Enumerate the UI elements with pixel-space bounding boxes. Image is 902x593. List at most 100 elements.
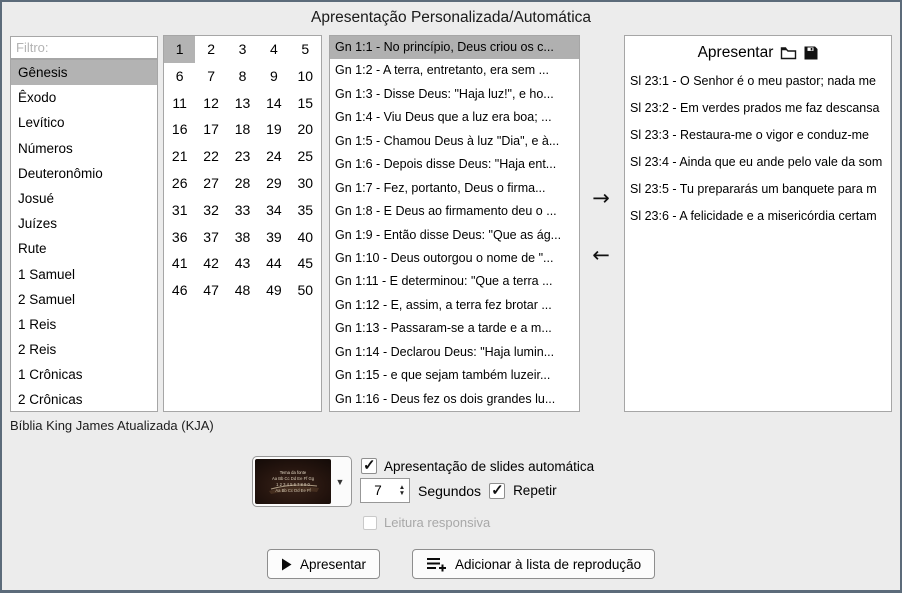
chapter-cell[interactable]: 16 bbox=[164, 116, 195, 143]
chapter-cell[interactable]: 45 bbox=[290, 250, 321, 277]
chapter-cell[interactable]: 48 bbox=[227, 277, 258, 304]
chapter-cell[interactable]: 26 bbox=[164, 170, 195, 197]
chapter-cell[interactable]: 7 bbox=[195, 63, 226, 90]
chapter-cell[interactable]: 1 bbox=[164, 36, 196, 63]
chapter-cell[interactable]: 27 bbox=[195, 170, 226, 197]
chapter-cell[interactable]: 25 bbox=[290, 143, 321, 170]
chapter-cell[interactable]: 23 bbox=[227, 143, 258, 170]
chapter-cell[interactable]: 41 bbox=[164, 250, 195, 277]
theme-selector-button[interactable]: Tema da fonte Aa Bb Cc Dd Ee Ff Gg 1 2 3… bbox=[252, 456, 352, 507]
verse-list[interactable]: Gn 1:1 - No princípio, Deus criou os c..… bbox=[329, 35, 580, 412]
chapter-cell[interactable]: 37 bbox=[195, 224, 226, 251]
verse-list-item[interactable]: Gn 1:12 - E, assim, a terra fez brotar .… bbox=[330, 294, 579, 317]
remove-verse-arrow-icon[interactable]: ← bbox=[586, 241, 616, 269]
verse-list-item[interactable]: Gn 1:16 - Deus fez os dois grandes lu... bbox=[330, 388, 579, 411]
chapter-cell[interactable]: 8 bbox=[227, 63, 258, 90]
present-button[interactable]: Apresentar bbox=[267, 549, 381, 579]
chapter-cell[interactable]: 13 bbox=[227, 90, 258, 117]
verse-list-item[interactable]: Gn 1:1 - No princípio, Deus criou os c..… bbox=[330, 36, 579, 60]
chapter-cell[interactable]: 22 bbox=[195, 143, 226, 170]
book-list-item[interactable]: Rute bbox=[11, 236, 157, 261]
verse-list-item[interactable]: Gn 1:5 - Chamou Deus à luz "Dia", e à... bbox=[330, 130, 579, 153]
seconds-stepper[interactable]: 7 ▲ ▼ bbox=[360, 478, 410, 503]
presentation-list-item[interactable]: Sl 23:4 - Ainda que eu ande pelo vale da… bbox=[625, 149, 891, 176]
chapter-cell[interactable]: 50 bbox=[290, 277, 321, 304]
chapter-cell[interactable]: 47 bbox=[195, 277, 226, 304]
chapter-cell[interactable]: 49 bbox=[258, 277, 289, 304]
verse-list-item[interactable]: Gn 1:11 - E determinou: "Que a terra ... bbox=[330, 270, 579, 293]
chapter-cell[interactable]: 38 bbox=[227, 224, 258, 251]
book-list-item[interactable]: 1 Reis bbox=[11, 312, 157, 337]
book-list-item[interactable]: Deuteronômio bbox=[11, 161, 157, 186]
chapter-cell[interactable]: 40 bbox=[290, 224, 321, 251]
chapter-cell[interactable]: 33 bbox=[227, 197, 258, 224]
open-folder-icon[interactable] bbox=[780, 46, 797, 60]
chapter-cell[interactable]: 32 bbox=[195, 197, 226, 224]
spinner-down-icon[interactable]: ▼ bbox=[399, 490, 405, 497]
book-list-item[interactable]: 1 Crônicas bbox=[11, 362, 157, 387]
chapter-cell[interactable]: 4 bbox=[258, 36, 289, 63]
chapter-cell[interactable]: 24 bbox=[258, 143, 289, 170]
chapter-cell[interactable]: 34 bbox=[258, 197, 289, 224]
verse-list-item[interactable]: Gn 1:2 - A terra, entretanto, era sem ..… bbox=[330, 59, 579, 82]
add-verse-arrow-icon[interactable]: → bbox=[586, 184, 616, 212]
chapter-cell[interactable]: 6 bbox=[164, 63, 195, 90]
book-list-item[interactable]: Gênesis bbox=[11, 60, 157, 86]
chapter-cell[interactable]: 11 bbox=[164, 90, 195, 117]
book-list-item[interactable]: Êxodo bbox=[11, 85, 157, 110]
chapter-cell[interactable]: 12 bbox=[195, 90, 226, 117]
chapter-cell[interactable]: 30 bbox=[290, 170, 321, 197]
chapter-cell[interactable]: 19 bbox=[258, 116, 289, 143]
chapter-cell[interactable]: 5 bbox=[290, 36, 321, 63]
verse-list-item[interactable]: Gn 1:3 - Disse Deus: "Haja luz!", e ho..… bbox=[330, 83, 579, 106]
book-list-item[interactable]: 2 Crônicas bbox=[11, 387, 157, 411]
verse-list-item[interactable]: Gn 1:15 - e que sejam também luzeir... bbox=[330, 364, 579, 387]
chapter-cell[interactable]: 2 bbox=[195, 36, 226, 63]
presentation-list-item[interactable]: Sl 23:2 - Em verdes prados me faz descan… bbox=[625, 95, 891, 122]
chapter-cell[interactable]: 17 bbox=[195, 116, 226, 143]
seconds-value[interactable]: 7 bbox=[361, 483, 395, 498]
verse-list-item[interactable]: Gn 1:6 - Depois disse Deus: "Haja ent... bbox=[330, 153, 579, 176]
chapter-cell[interactable]: 43 bbox=[227, 250, 258, 277]
presentation-list-item[interactable]: Sl 23:1 - O Senhor é o meu pastor; nada … bbox=[625, 68, 891, 95]
chapter-cell[interactable]: 10 bbox=[290, 63, 321, 90]
chapter-cell[interactable]: 44 bbox=[258, 250, 289, 277]
book-list-item[interactable]: 1 Samuel bbox=[11, 262, 157, 287]
save-icon[interactable] bbox=[804, 46, 818, 60]
book-list-item[interactable]: Josué bbox=[11, 186, 157, 211]
book-list-item[interactable]: 2 Reis bbox=[11, 337, 157, 362]
presentation-list-item[interactable]: Sl 23:3 - Restaura-me o vigor e conduz-m… bbox=[625, 122, 891, 149]
verse-list-item[interactable]: Gn 1:9 - Então disse Deus: "Que as ág... bbox=[330, 224, 579, 247]
presentation-list-item[interactable]: Sl 23:5 - Tu prepararás um banquete para… bbox=[625, 176, 891, 203]
chapter-cell[interactable]: 39 bbox=[258, 224, 289, 251]
chapter-cell[interactable]: 36 bbox=[164, 224, 195, 251]
book-list-item[interactable]: Números bbox=[11, 136, 157, 161]
book-list-item[interactable]: Levítico bbox=[11, 110, 157, 135]
verse-list-item[interactable]: Gn 1:8 - E Deus ao firmamento deu o ... bbox=[330, 200, 579, 223]
verse-list-item[interactable]: Gn 1:10 - Deus outorgou o nome de "... bbox=[330, 247, 579, 270]
chapter-cell[interactable]: 18 bbox=[227, 116, 258, 143]
verse-list-item[interactable]: Gn 1:7 - Fez, portanto, Deus o firma... bbox=[330, 177, 579, 200]
chapter-cell[interactable]: 20 bbox=[290, 116, 321, 143]
presentation-list[interactable]: Sl 23:1 - O Senhor é o meu pastor; nada … bbox=[625, 68, 891, 230]
verse-list-item[interactable]: Gn 1:13 - Passaram-se a tarde e a m... bbox=[330, 317, 579, 340]
book-list-item[interactable]: Juízes bbox=[11, 211, 157, 236]
chapter-cell[interactable]: 42 bbox=[195, 250, 226, 277]
filter-input[interactable] bbox=[10, 36, 158, 59]
book-list-item[interactable]: 2 Samuel bbox=[11, 287, 157, 312]
verse-list-item[interactable]: Gn 1:4 - Viu Deus que a luz era boa; ... bbox=[330, 106, 579, 129]
chapter-cell[interactable]: 3 bbox=[227, 36, 258, 63]
auto-slides-checkbox[interactable] bbox=[361, 456, 377, 474]
chapter-cell[interactable]: 15 bbox=[290, 90, 321, 117]
chapter-grid[interactable]: 1 2 3 4 5 6 7 8 9 10 11 12 13 14 15 16 17 18 19 20 21 22 23 24 2… bbox=[164, 36, 321, 304]
chapter-cell[interactable]: 29 bbox=[258, 170, 289, 197]
presentation-list-item[interactable]: Sl 23:6 - A felicidade e a misericórdia … bbox=[625, 203, 891, 230]
repeat-checkbox[interactable] bbox=[489, 481, 506, 499]
add-to-playlist-button[interactable]: Adicionar à lista de reprodução bbox=[412, 549, 656, 579]
verse-list-item[interactable]: Gn 1:14 - Declarou Deus: "Haja lumin... bbox=[330, 341, 579, 364]
chapter-cell[interactable]: 9 bbox=[258, 63, 289, 90]
chapter-cell[interactable]: 35 bbox=[290, 197, 321, 224]
chapter-cell[interactable]: 31 bbox=[164, 197, 195, 224]
chapter-cell[interactable]: 46 bbox=[164, 277, 195, 304]
chapter-cell[interactable]: 14 bbox=[258, 90, 289, 117]
